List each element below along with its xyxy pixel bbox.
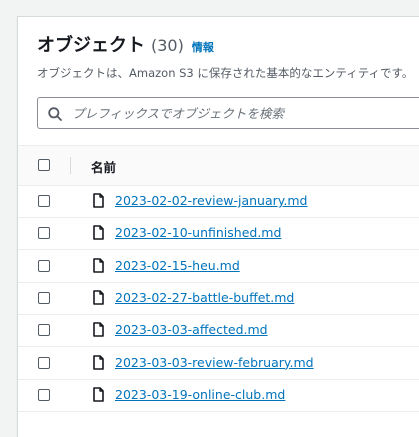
table-header: 名前 [18,145,419,186]
search-input[interactable] [72,98,412,128]
title-row: オブジェクト (30) 情報 [37,31,214,59]
column-divider [70,157,71,174]
row-checkbox[interactable] [38,291,50,304]
page-description: オブジェクトは、Amazon S3 に保存された基本的なエンティティです。 [37,66,414,80]
row-checkbox[interactable] [38,195,50,207]
row-checkbox[interactable] [38,259,50,272]
table-row: 2023-02-10-unfinished.md [18,217,419,251]
object-name-link[interactable]: 2023-02-02-review-january.md [115,193,307,208]
table-row: 2023-03-03-review-february.md [18,347,419,380]
page-title: オブジェクト [37,35,145,56]
table-row: 2023-02-15-heu.md [18,250,419,283]
object-name-link[interactable]: 2023-02-27-battle-buffet.md [115,290,294,305]
object-name-link[interactable]: 2023-02-10-unfinished.md [115,225,281,240]
object-name-link[interactable]: 2023-03-03-affected.md [115,322,268,337]
file-icon [93,290,104,305]
file-icon [93,193,104,208]
row-checkbox[interactable] [38,388,50,401]
object-count: (30) [151,36,184,55]
table-row: 2023-03-03-affected.md [18,314,419,348]
select-all-checkbox[interactable] [38,159,50,171]
table-row: 2023-03-19-online-club.md [18,379,419,412]
object-name-link[interactable]: 2023-02-15-heu.md [115,258,240,273]
table-row: 2023-02-27-battle-buffet.md [18,282,419,315]
column-header-name[interactable]: 名前 [91,157,116,176]
search-icon [48,107,62,121]
object-name-link[interactable]: 2023-03-03-review-february.md [115,355,314,370]
file-icon [93,225,104,241]
object-name-link[interactable]: 2023-03-19-online-club.md [115,387,285,402]
search-box[interactable] [37,97,419,129]
file-icon [93,322,104,337]
row-checkbox[interactable] [38,324,50,337]
row-checkbox[interactable] [38,356,50,369]
objects-panel: オブジェクト (30) 情報 オブジェクトは、Amazon S3 に保存された基… [17,16,419,437]
file-icon [93,354,104,370]
table-row: 2023-02-02-review-january.md [18,185,419,218]
file-icon [93,257,104,273]
row-checkbox[interactable] [38,227,50,240]
info-link[interactable]: 情報 [192,39,214,55]
file-icon [93,386,104,402]
